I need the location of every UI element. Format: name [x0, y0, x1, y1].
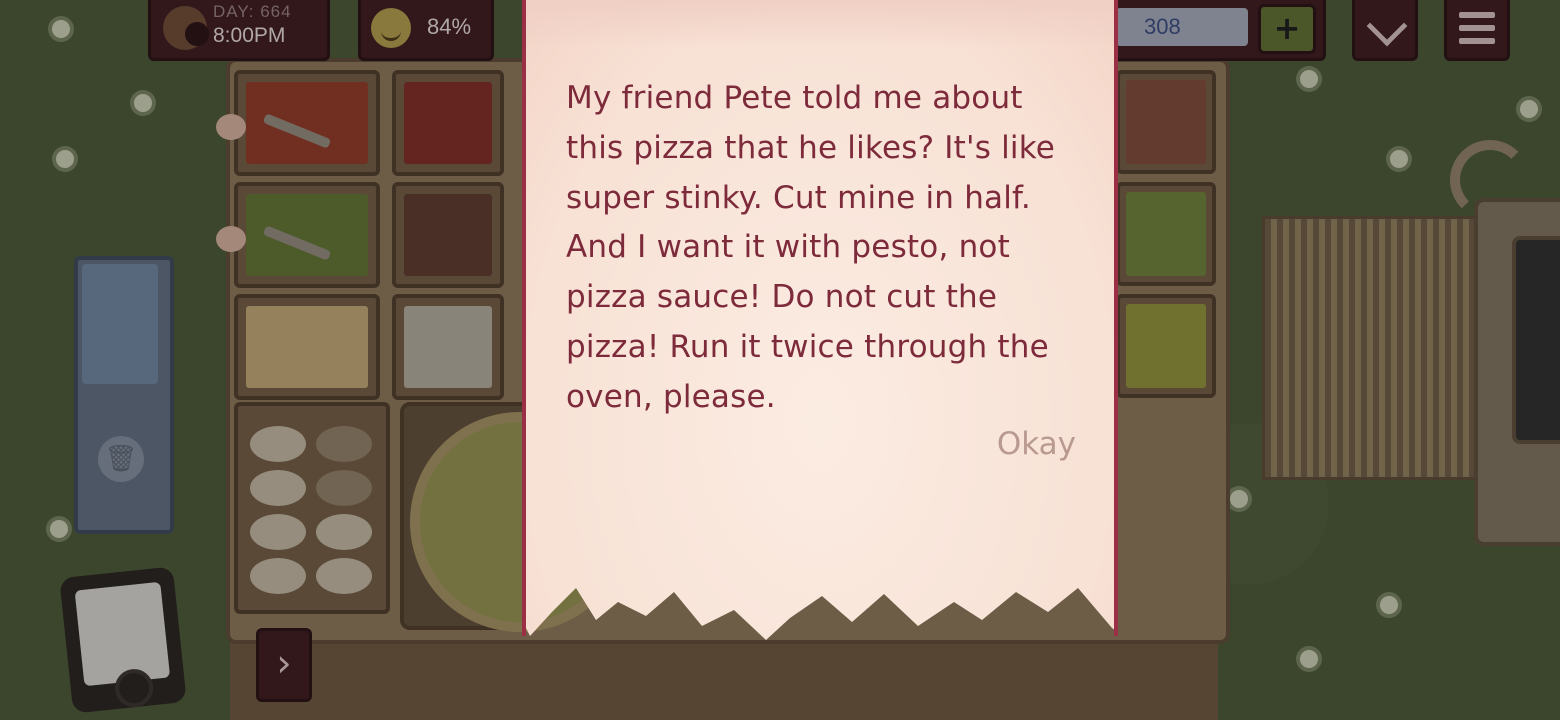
okay-button[interactable]: Okay [997, 426, 1076, 462]
order-message: My friend Pete told me about this pizza … [566, 80, 1056, 415]
order-dialog: My friend Pete told me about this pizza … [522, 0, 1118, 648]
note-top-shade [526, 0, 1114, 48]
